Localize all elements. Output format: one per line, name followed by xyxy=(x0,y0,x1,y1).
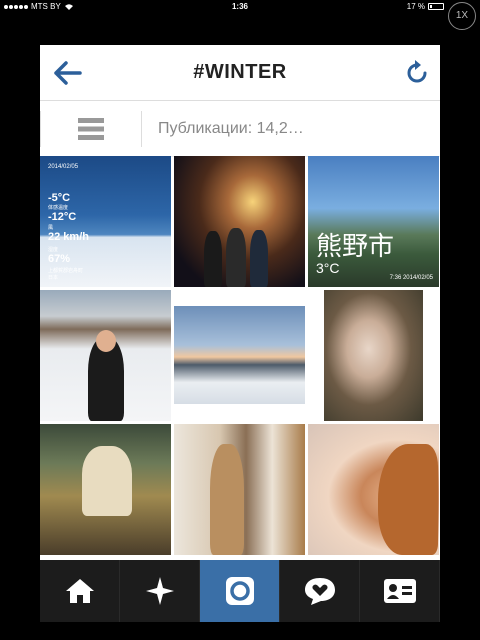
star-icon xyxy=(145,577,174,605)
photo-timestamp: 7:36 2014/02/05 xyxy=(389,275,433,281)
back-arrow-icon[interactable] xyxy=(52,59,82,87)
humidity-value: 67% xyxy=(48,253,71,265)
refresh-icon[interactable] xyxy=(404,59,430,87)
home-tab[interactable] xyxy=(40,560,120,622)
feels-like-value: -12°C xyxy=(48,211,77,223)
feels-like-label: 体感温度 xyxy=(48,205,69,211)
heart-bubble-icon xyxy=(304,578,335,605)
city-temperature: 3°C xyxy=(316,260,340,276)
person-figure xyxy=(226,228,246,287)
battery-percent: 17 % xyxy=(406,2,425,11)
wind-label: 風 xyxy=(48,225,54,231)
frozen-lake-photo xyxy=(174,306,305,404)
photo-date: 2014/02/05 xyxy=(48,164,79,170)
temperature-value: -5°C xyxy=(48,192,71,204)
publications-count: Публикации: 14,2… xyxy=(158,119,304,137)
dog-figure xyxy=(82,446,132,516)
explore-tab[interactable] xyxy=(120,560,200,622)
mountain-town-photo[interactable]: 熊野市 3°C 7:36 2014/02/05 xyxy=(308,156,439,287)
wind-value: 22 km/h xyxy=(48,231,89,243)
profile-tab[interactable] xyxy=(360,560,440,622)
woman-selfie-photo xyxy=(324,290,423,421)
night-cabin-group-photo[interactable] xyxy=(174,156,305,287)
activity-tab[interactable] xyxy=(280,560,360,622)
location-name: 上都賀郡岩舟町 xyxy=(48,268,84,274)
camera-tab[interactable] xyxy=(200,560,280,622)
list-view-tab[interactable] xyxy=(41,101,141,157)
battery-info: 17 % xyxy=(407,2,444,11)
snow-mountain-woman-photo[interactable] xyxy=(40,290,171,421)
battery-icon xyxy=(428,3,444,10)
status-bar: MTS BY 1:36 17 % 1X xyxy=(0,0,480,30)
mirror-selfie-photo[interactable] xyxy=(174,424,305,555)
person-figure xyxy=(250,230,268,287)
list-view-icon xyxy=(78,117,104,140)
camera-icon xyxy=(225,577,254,605)
person-figure xyxy=(210,444,244,555)
screen: MTS BY 1:36 17 % 1X #WINTER Публикации: … xyxy=(0,0,480,640)
woman-in-bed-photo[interactable] xyxy=(308,424,439,555)
view-tabs: Публикации: 14,2… xyxy=(40,101,440,196)
person-head xyxy=(96,330,116,352)
weather-widget-photo[interactable]: 2014/02/05 -5°C 体感温度 -12°C 風 22 km/h 湿度 … xyxy=(40,156,171,287)
country-name: 日本 xyxy=(48,275,59,281)
profile-card-icon xyxy=(383,579,416,603)
humidity-label: 湿度 xyxy=(48,247,59,253)
zoom-button[interactable]: 1X xyxy=(448,2,476,30)
dog-costume-photo[interactable] xyxy=(40,424,171,555)
woman-selfie-photo-frame[interactable] xyxy=(308,290,439,421)
hair-figure xyxy=(378,444,438,555)
page-title: #WINTER xyxy=(193,61,287,83)
home-icon xyxy=(65,579,94,603)
frozen-lake-photo-frame[interactable] xyxy=(174,290,305,421)
nav-bar: #WINTER xyxy=(40,45,440,101)
person-figure xyxy=(204,231,222,287)
app-panel: #WINTER Публикации: 14,2… 2014/02/05 -5°… xyxy=(40,45,440,622)
city-name: 熊野市 xyxy=(316,231,395,261)
bottom-tab-bar xyxy=(40,560,440,622)
